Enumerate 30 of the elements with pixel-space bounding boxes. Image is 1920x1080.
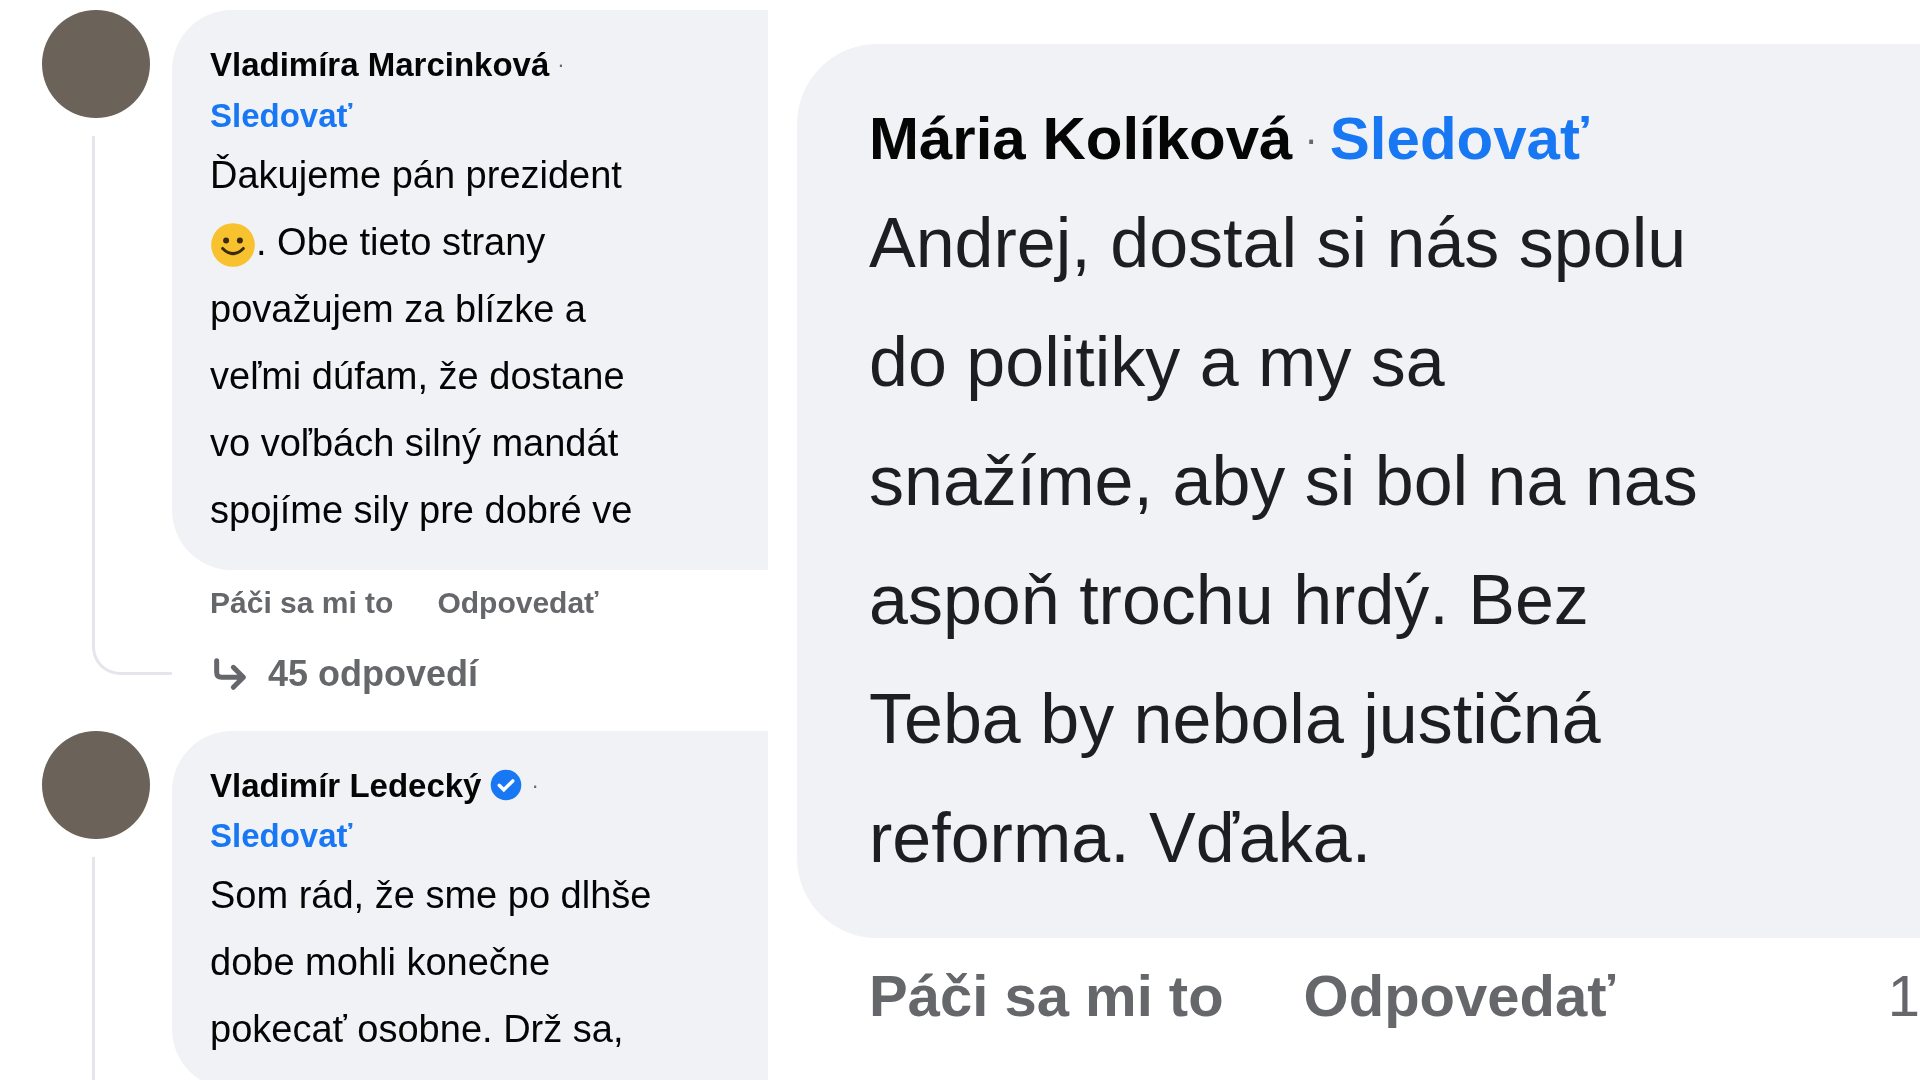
comment-text-line: Teba by nebola justičná	[869, 679, 1601, 760]
reply-link[interactable]: Odpovedať	[1303, 952, 1615, 1039]
author-name[interactable]: Vladimír Ledecký	[210, 760, 482, 810]
comment-text-line: reforma. Vďaka.	[869, 798, 1372, 879]
follow-link[interactable]: Sledovať	[210, 810, 353, 862]
comment-text-line: veľmi dúfam, že dostane	[210, 353, 625, 399]
comment-text-line: do politiky a my sa	[869, 322, 1445, 403]
comment-text-line: pokecať osobne. Drž sa,	[210, 1007, 624, 1052]
comment-text-line: aspoň trochu hrdý. Bez	[869, 560, 1589, 641]
comment-text-line: Som rád, že sme po dlhše	[210, 873, 652, 918]
separator-dot: ·	[1304, 116, 1318, 163]
reaction-count: 1	[1887, 962, 1920, 1030]
replies-link[interactable]: 45 odpovedí	[268, 646, 479, 701]
reply-link[interactable]: Odpovedať	[437, 579, 599, 625]
comment-text-line: . Obe tieto strany	[256, 219, 546, 265]
comment-text-line: snažíme, aby si bol na nas	[869, 441, 1698, 522]
follow-link[interactable]: Sledovať	[1329, 94, 1589, 184]
like-link[interactable]: Páči sa mi to	[210, 579, 394, 625]
comment-text-line: Ďakujeme pán prezident	[210, 152, 622, 198]
comment-text-line: vo voľbách silný mandát	[210, 420, 619, 466]
comment-text-line: považujem za blízke a	[210, 286, 586, 332]
like-link[interactable]: Páči sa mi to	[869, 952, 1224, 1039]
separator-dot: ·	[531, 771, 539, 800]
author-name[interactable]: Mária Kolíková	[869, 94, 1293, 184]
author-name[interactable]: Vladimíra Marcinková	[210, 40, 550, 90]
comment-text-line: spojíme sily pre dobré ve	[210, 487, 633, 533]
comment-text-line: Andrej, dostal si nás spolu	[869, 203, 1687, 284]
separator-dot: ·	[557, 51, 565, 80]
comment-text-line: dobe mohli konečne	[210, 940, 551, 985]
follow-link[interactable]: Sledovať	[210, 89, 353, 142]
